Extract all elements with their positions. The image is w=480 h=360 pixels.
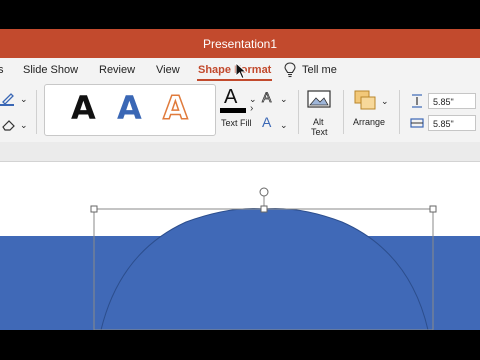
ribbon-tabs: s Slide Show Review View Shape Format Te… (0, 58, 480, 84)
tab-slide-show[interactable]: Slide Show (23, 64, 78, 76)
app-window: Presentation1 s Slide Show Review View S… (0, 0, 480, 360)
chevron-down-icon[interactable]: ⌄ (20, 120, 28, 131)
wordart-styles-gallery[interactable]: A A A › (44, 84, 253, 136)
wordart-style-black[interactable]: A (71, 89, 96, 127)
chevron-down-icon[interactable]: ⌄ (280, 94, 288, 105)
alt-text-label: Text (311, 127, 328, 137)
divider (36, 90, 37, 134)
arrange-icon[interactable] (354, 90, 378, 112)
alt-text-label: Alt (313, 117, 324, 127)
chevron-down-icon[interactable]: ⌄ (280, 120, 288, 131)
eraser-icon[interactable] (0, 118, 16, 132)
shape-outline-icon[interactable] (0, 90, 16, 106)
ribbon-footer (0, 142, 480, 162)
mouse-cursor-icon (235, 62, 247, 80)
title-bar: Presentation1 (0, 29, 480, 58)
text-fill-button[interactable]: A (220, 86, 248, 113)
chevron-down-icon[interactable]: ⌄ (249, 94, 257, 105)
rotate-handle-icon[interactable] (259, 187, 269, 197)
arrange-label: Arrange (353, 117, 386, 127)
text-fill-color-swatch (220, 108, 246, 113)
resize-handle-top-left[interactable] (90, 205, 98, 213)
text-effects-icon[interactable]: A (262, 114, 271, 130)
wordart-style-blue[interactable]: A (117, 89, 142, 127)
lightbulb-icon (284, 62, 296, 78)
tab-truncated[interactable]: s (0, 64, 4, 76)
ribbon-toolbar: ⌄ ⌄ A A A › A ⌄ Text Fill A ⌄ A ⌄ Alt Te… (0, 84, 480, 143)
shape-height-input[interactable]: 5.85" (428, 93, 476, 109)
tab-view[interactable]: View (156, 64, 180, 76)
chevron-down-icon[interactable]: ⌄ (381, 96, 389, 107)
alt-text-icon[interactable] (307, 90, 333, 110)
window-title: Presentation1 (202, 37, 278, 51)
text-fill-a-icon: A (224, 86, 238, 108)
shape-height-icon (412, 94, 422, 108)
tab-review[interactable]: Review (99, 64, 135, 76)
divider (343, 90, 344, 134)
text-fill-label: Text Fill (221, 118, 252, 128)
resize-handle-top-center[interactable] (260, 205, 268, 213)
wordart-style-orange-outline[interactable]: A (162, 88, 188, 128)
divider (298, 90, 299, 134)
selected-shape-layer[interactable] (0, 162, 480, 330)
tab-tell-me[interactable]: Tell me (302, 64, 337, 76)
text-outline-icon[interactable]: A (262, 89, 272, 106)
shape-width-icon (410, 118, 424, 128)
shape-width-input[interactable]: 5.85" (428, 115, 476, 131)
divider (399, 90, 400, 134)
arc-shape[interactable] (100, 208, 429, 330)
resize-handle-top-right[interactable] (429, 205, 437, 213)
chevron-down-icon[interactable]: ⌄ (20, 94, 28, 105)
